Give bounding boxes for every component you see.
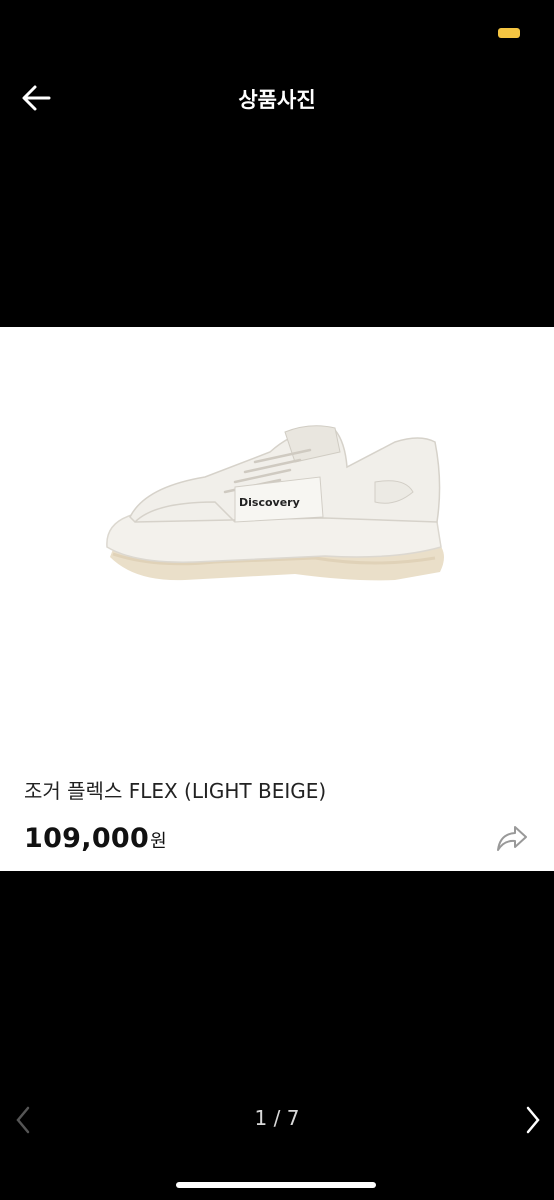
share-arrow-icon xyxy=(497,826,527,851)
price-unit: 원 xyxy=(150,831,167,852)
product-image[interactable]: Discovery xyxy=(95,422,460,602)
product-card: Discovery 조거 플렉스 FLEX (LIGHT BEIGE) 109,… xyxy=(0,327,554,871)
price-row: 109,000 원 xyxy=(24,823,167,854)
header: 상품사진 xyxy=(0,70,554,126)
page-title: 상품사진 xyxy=(238,88,316,112)
next-image-button[interactable] xyxy=(518,1103,548,1137)
battery-indicator xyxy=(498,28,520,38)
home-indicator[interactable] xyxy=(176,1182,376,1188)
brand-logo-text: Discovery xyxy=(239,496,300,509)
image-pager: 1 / 7 xyxy=(254,1106,300,1130)
chevron-right-icon xyxy=(526,1106,540,1134)
share-button[interactable] xyxy=(494,822,530,854)
product-price: 109,000 xyxy=(24,823,150,854)
product-name: 조거 플렉스 FLEX (LIGHT BEIGE) xyxy=(24,779,327,803)
